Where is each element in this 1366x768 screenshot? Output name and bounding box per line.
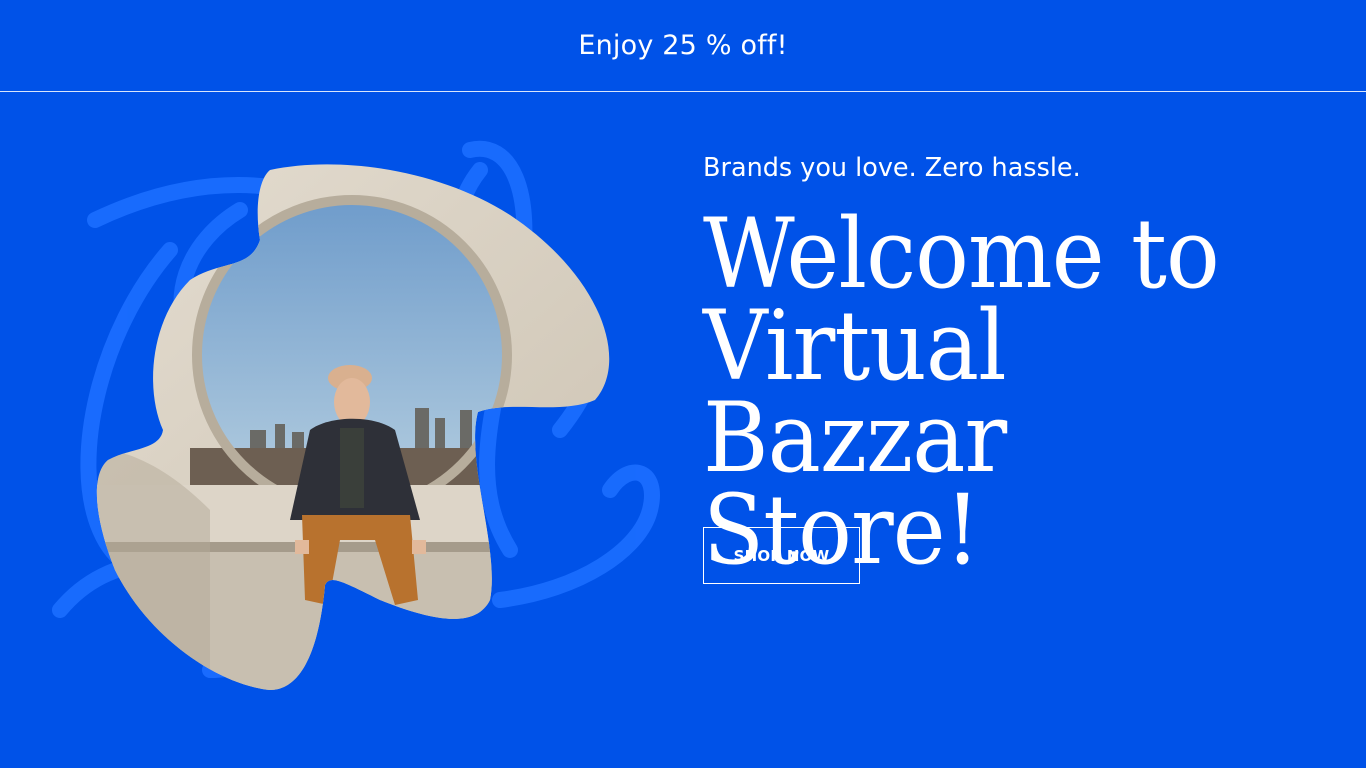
hero-text-block: Brands you love. Zero hassle. Welcome to… bbox=[703, 150, 1343, 578]
hero-headline: Welcome to Virtual Bazzar Store! bbox=[703, 198, 1298, 578]
shop-now-button[interactable]: SHOP NOW bbox=[703, 527, 860, 584]
headline-line-1: Welcome to bbox=[703, 198, 1220, 310]
announcement-bar: Enjoy 25 % off! bbox=[0, 0, 1366, 92]
hero-image bbox=[52, 140, 660, 690]
headline-line-2: Virtual bbox=[703, 290, 1007, 402]
hero-tagline: Brands you love. Zero hassle. bbox=[703, 153, 1081, 183]
announcement-text: Enjoy 25 % off! bbox=[578, 30, 788, 61]
